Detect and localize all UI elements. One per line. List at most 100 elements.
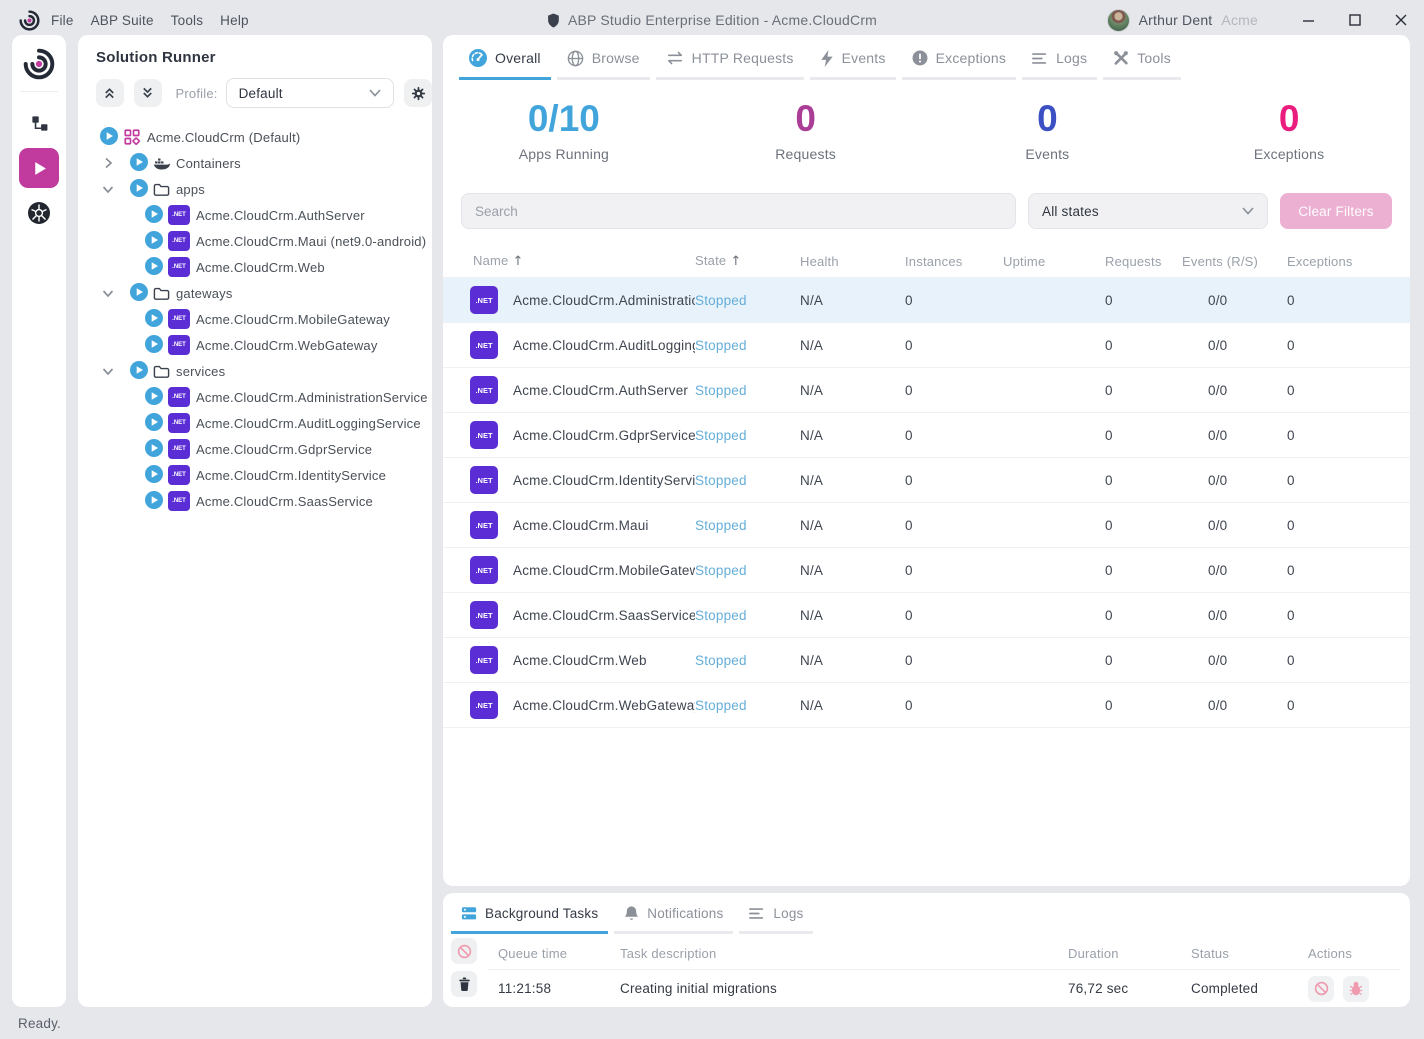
column-header-health[interactable]: Health [800,254,905,269]
abp-studio-logo-icon[interactable] [22,47,56,81]
tab-exceptions[interactable]: Exceptions [902,45,1016,80]
minimize-button[interactable] [1286,0,1332,40]
tree-item[interactable]: .NETAcme.CloudCrm.AuthServer [78,202,432,228]
tree-item[interactable]: .NETAcme.CloudCrm.IdentityService [78,462,432,488]
solution-explorer-button[interactable] [19,106,59,140]
cell-events: 0/0 [1182,518,1287,533]
solution-runner-button[interactable] [19,148,59,188]
column-header-requests[interactable]: Requests [1105,254,1182,269]
table-row[interactable]: .NET Acme.CloudCrm.MobileGateway Stopped… [443,548,1410,593]
tree-item[interactable]: .NETAcme.CloudCrm.Web [78,254,432,280]
expand-all-button[interactable] [134,79,162,107]
tree-item[interactable]: .NETAcme.CloudCrm.SaasService [78,488,432,514]
tab-browse[interactable]: Browse [557,45,650,80]
tree-item[interactable]: .NETAcme.CloudCrm.Maui (net9.0-android) [78,228,432,254]
table-row[interactable]: .NET Acme.CloudCrm.Maui Stopped N/A 0 0 … [443,503,1410,548]
table-row[interactable]: .NET Acme.CloudCrm.WebGateway Stopped N/… [443,683,1410,728]
title-bar: FileABP SuiteToolsHelp ABP Studio Enterp… [0,0,1424,40]
dotnet-badge: .NET [168,439,190,459]
state-filter-value: All states [1042,204,1099,219]
table-row[interactable]: .NET Acme.CloudCrm.GdprService Stopped N… [443,413,1410,458]
tree-item[interactable]: Acme.CloudCrm (Default) [78,124,432,150]
tab-logs[interactable]: Logs [1022,45,1097,80]
clear-tasks-button[interactable] [451,971,477,997]
chevron-down-icon[interactable] [100,185,116,194]
dotnet-badge: .NET [470,646,498,674]
dotnet-badge: .NET [470,601,498,629]
debug-task-button[interactable] [1343,976,1369,1002]
play-button[interactable] [100,127,118,148]
menu-item-tools[interactable]: Tools [171,13,204,28]
solution-runner-panel: Solution Runner Profile: Default [78,35,432,1007]
kubernetes-button[interactable] [19,196,59,230]
table-row[interactable]: .NET Acme.CloudCrm.Web Stopped N/A 0 0 0… [443,638,1410,683]
tree-item-label: Acme.CloudCrm.AuthServer [196,208,365,223]
play-button[interactable] [145,205,163,226]
tree-item[interactable]: .NETAcme.CloudCrm.WebGateway [78,332,432,358]
column-header-name[interactable]: Name↑ [473,253,695,269]
table-row[interactable]: .NET Acme.CloudCrm.IdentityService Stopp… [443,458,1410,503]
column-header-uptime[interactable]: Uptime [1003,254,1105,269]
tree-item[interactable]: apps [78,176,432,202]
tree-item[interactable]: Containers [78,150,432,176]
chevron-right-icon[interactable] [100,157,116,169]
column-header-instances[interactable]: Instances [905,254,1003,269]
cell-requests: 0 [1105,518,1182,533]
play-button[interactable] [130,361,148,382]
close-button[interactable] [1378,0,1424,40]
menu-item-abp-suite[interactable]: ABP Suite [91,13,154,28]
tree-item[interactable]: .NETAcme.CloudCrm.GdprService [78,436,432,462]
user-name[interactable]: Arthur Dent [1139,12,1213,28]
tree-item[interactable]: services [78,358,432,384]
cancel-task-button[interactable] [1308,976,1334,1002]
cancel-all-tasks-button[interactable] [451,938,477,964]
play-button[interactable] [145,387,163,408]
menu-item-help[interactable]: Help [220,13,249,28]
state-filter-dropdown[interactable]: All states [1028,193,1268,229]
dotnet-badge: .NET [168,413,190,433]
tree-item[interactable]: gateways [78,280,432,306]
tab-http-requests[interactable]: HTTP Requests [656,45,804,80]
dotnet-badge: .NET [168,491,190,511]
chevron-down-icon[interactable] [100,289,116,298]
chevron-down-icon[interactable] [100,367,116,376]
play-button[interactable] [145,335,163,356]
search-input[interactable] [461,193,1016,229]
clear-filters-button[interactable]: Clear Filters [1280,193,1392,229]
table-row[interactable]: .NET Acme.CloudCrm.AuthServer Stopped N/… [443,368,1410,413]
tab-tools[interactable]: Tools [1103,45,1181,80]
tab-notifications[interactable]: Notifications [614,901,733,934]
tab-overall[interactable]: Overall [459,45,551,80]
table-row[interactable]: .NET Acme.CloudCrm.SaasService Stopped N… [443,593,1410,638]
tab-logs[interactable]: Logs [739,901,813,934]
play-button[interactable] [130,179,148,200]
tree-item[interactable]: .NETAcme.CloudCrm.AdministrationService [78,384,432,410]
table-row[interactable]: .NET Acme.CloudCrm.AdministrationService… [443,278,1410,323]
play-button[interactable] [145,413,163,434]
task-row[interactable]: 11:21:58 Creating initial migrations 76,… [488,970,1400,1007]
play-button[interactable] [145,491,163,512]
play-button[interactable] [145,465,163,486]
menu-item-file[interactable]: File [51,13,74,28]
column-header-state[interactable]: State↑ [695,253,800,269]
tree-item[interactable]: .NETAcme.CloudCrm.AuditLoggingService [78,410,432,436]
play-button[interactable] [130,283,148,304]
table-row[interactable]: .NET Acme.CloudCrm.AuditLoggingService S… [443,323,1410,368]
user-avatar[interactable] [1107,9,1130,32]
runner-settings-button[interactable] [404,79,432,107]
play-button[interactable] [145,257,163,278]
tree-item[interactable]: .NETAcme.CloudCrm.MobileGateway [78,306,432,332]
maximize-button[interactable] [1332,0,1378,40]
play-button[interactable] [145,439,163,460]
stat-exceptions: 0 Exceptions [1168,98,1410,162]
play-button[interactable] [145,309,163,330]
column-header-exceptions[interactable]: Exceptions [1287,254,1410,269]
play-button[interactable] [145,231,163,252]
play-button[interactable] [130,153,148,174]
tab-events[interactable]: Events [810,45,896,80]
profile-dropdown[interactable]: Default [226,78,395,108]
collapse-all-button[interactable] [96,79,124,107]
cell-health: N/A [800,653,905,668]
tab-background-tasks[interactable]: Background Tasks [451,901,608,934]
column-header-events-r-s-[interactable]: Events (R/S) [1182,254,1287,269]
